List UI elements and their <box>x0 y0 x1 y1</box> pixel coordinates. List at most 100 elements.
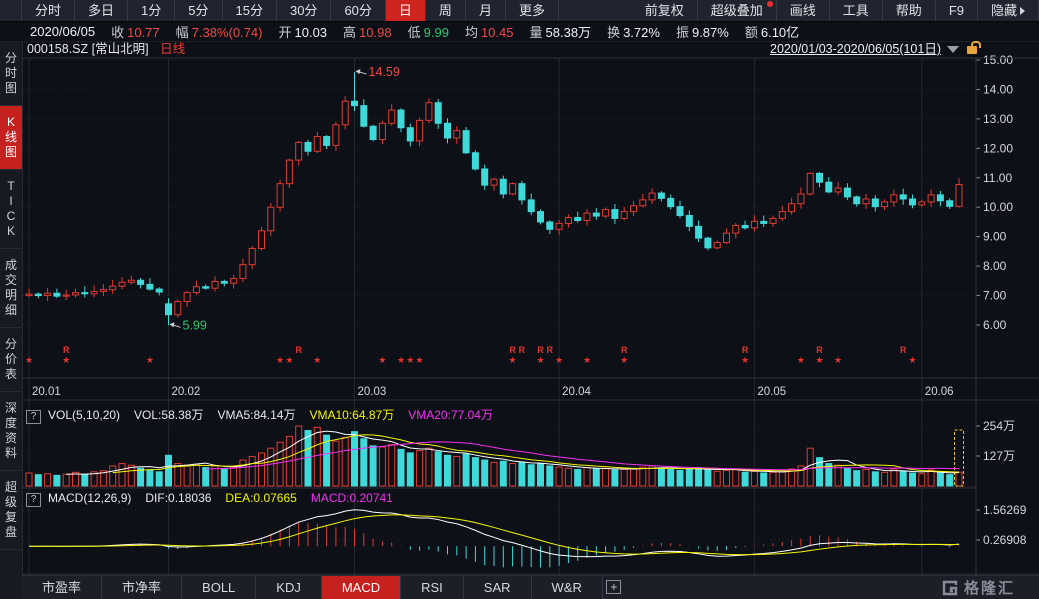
quote-change: 幅7.38%(0.74) <box>176 22 263 41</box>
candlestick-layer <box>26 72 962 325</box>
svg-text:★: ★ <box>285 355 293 365</box>
svg-text:★: ★ <box>406 355 414 365</box>
svg-text:20.03: 20.03 <box>358 386 387 398</box>
svg-text:★: ★ <box>555 355 563 365</box>
quote-open: 开10.03 <box>278 22 327 41</box>
svg-text:★: ★ <box>397 355 405 365</box>
bottombar-spacer <box>625 576 941 599</box>
unlock-icon[interactable] <box>967 46 977 54</box>
tab-pe-ratio[interactable]: 市盈率 <box>22 576 102 599</box>
tab-kdj[interactable]: KDJ <box>256 576 322 599</box>
svg-text:★: ★ <box>62 355 70 365</box>
sidebar-item-kline-selected[interactable]: K线图 <box>0 106 22 170</box>
tab-rsi[interactable]: RSI <box>401 576 464 599</box>
tab-monthly[interactable]: 月 <box>466 0 506 21</box>
toolbar-spacer <box>559 0 632 21</box>
macd-help-icon[interactable]: ? <box>26 493 41 507</box>
button-hide[interactable]: 隐藏 <box>978 0 1039 21</box>
tab-15min[interactable]: 15分 <box>223 0 277 21</box>
tab-1min[interactable]: 1分 <box>128 0 175 21</box>
svg-text:1.56269: 1.56269 <box>983 503 1027 517</box>
quote-high: 高10.98 <box>343 22 392 41</box>
quote-amount: 额6.10亿 <box>745 22 799 41</box>
svg-text:★: ★ <box>536 355 544 365</box>
svg-text:14.00: 14.00 <box>983 82 1013 96</box>
tab-5min[interactable]: 5分 <box>175 0 222 21</box>
svg-text:254万: 254万 <box>983 419 1015 433</box>
quote-amplitude: 振9.87% <box>676 22 729 41</box>
svg-text:5.99: 5.99 <box>183 318 207 332</box>
quote-close: 收10.77 <box>111 22 160 41</box>
button-super-overlay-label: 超级叠加 <box>711 3 763 18</box>
button-f9[interactable]: F9 <box>936 0 978 21</box>
tab-30min[interactable]: 30分 <box>277 0 331 21</box>
svg-text:127万: 127万 <box>983 449 1015 463</box>
svg-text:14.59: 14.59 <box>369 65 400 79</box>
vma20-value: VMA20:77.04万 <box>408 408 493 422</box>
volume-help-icon[interactable]: ? <box>26 410 41 424</box>
svg-text:R: R <box>519 345 526 355</box>
svg-text:★: ★ <box>313 355 321 365</box>
chevron-down-icon[interactable] <box>947 46 959 53</box>
quote-turnover: 换3.72% <box>607 22 660 41</box>
svg-text:13.00: 13.00 <box>983 112 1013 126</box>
chart-header: 000158.SZ [常山北明] 日线 2020/01/03-2020/06/0… <box>23 42 1039 58</box>
button-tools[interactable]: 工具 <box>830 0 883 21</box>
sidebar-item-tick[interactable]: TICK <box>0 170 22 249</box>
button-forward-adjust[interactable]: 前复权 <box>632 0 698 21</box>
sidebar-item-trade-detail[interactable]: 成交明细 <box>0 249 22 328</box>
svg-text:20.02: 20.02 <box>172 386 201 398</box>
svg-text:9.00: 9.00 <box>983 230 1007 244</box>
volume-indicator-label[interactable]: VOL(5,10,20) <box>48 408 120 422</box>
tab-boll[interactable]: BOLL <box>182 576 256 599</box>
tab-weekly[interactable]: 周 <box>426 0 466 21</box>
tab-pb-ratio[interactable]: 市净率 <box>102 576 182 599</box>
dif-value: DIF:0.18036 <box>145 491 211 505</box>
volume-value: VOL:58.38万 <box>134 408 203 422</box>
quote-volume: 量58.38万 <box>530 22 592 41</box>
svg-text:7.00: 7.00 <box>983 289 1007 303</box>
quote-info-bar: 2020/06/05 收10.77 幅7.38%(0.74) 开10.03 高1… <box>0 22 1039 42</box>
tab-duori[interactable]: 多日 <box>75 0 128 21</box>
tab-macd-selected[interactable]: MACD <box>322 576 401 599</box>
tab-daily-selected[interactable]: 日 <box>386 0 426 21</box>
tab-sar[interactable]: SAR <box>464 576 532 599</box>
svg-text:R: R <box>537 345 544 355</box>
sidebar-item-price-table[interactable]: 分价表 <box>0 328 22 392</box>
tab-wr[interactable]: W&R <box>532 576 603 599</box>
svg-text:20.01: 20.01 <box>32 386 61 398</box>
svg-text:★: ★ <box>146 355 154 365</box>
sidebar-item-super-replay[interactable]: 超级复盘 <box>0 471 22 550</box>
svg-text:★: ★ <box>509 355 517 365</box>
tab-60min[interactable]: 60分 <box>331 0 385 21</box>
left-sidebar: 分时图 K线图 TICK 成交明细 分价表 深度资料 超级复盘 <box>0 42 22 599</box>
chart-title: 000158.SZ [常山北明] 日线 <box>27 42 185 57</box>
svg-text:R: R <box>900 345 907 355</box>
sidebar-item-depth-info[interactable]: 深度资料 <box>0 392 22 471</box>
svg-text:★: ★ <box>908 355 916 365</box>
quote-low: 低9.99 <box>408 22 449 41</box>
date-range-selector[interactable]: 2020/01/03-2020/06/05(101日) <box>770 42 941 57</box>
svg-text:★: ★ <box>25 355 33 365</box>
svg-text:12.00: 12.00 <box>983 141 1013 155</box>
button-draw-line[interactable]: 画线 <box>777 0 830 21</box>
svg-text:★: ★ <box>815 355 823 365</box>
svg-text:10.00: 10.00 <box>983 200 1013 214</box>
chart-region: 15.0014.0013.0012.0011.0010.009.008.007.… <box>22 42 1039 575</box>
svg-text:20.04: 20.04 <box>562 386 591 398</box>
add-indicator-button[interactable]: + <box>603 576 625 599</box>
svg-text:20.06: 20.06 <box>925 386 954 398</box>
svg-text:6.00: 6.00 <box>983 318 1007 332</box>
button-super-overlay[interactable]: 超级叠加 <box>698 0 777 21</box>
tab-fenshi[interactable]: 分时 <box>22 0 75 21</box>
svg-text:20.05: 20.05 <box>757 386 786 398</box>
sidebar-item-fenshitu[interactable]: 分时图 <box>0 42 22 106</box>
gelonghui-logo: 格隆汇 <box>941 576 1039 599</box>
svg-text:★: ★ <box>583 355 591 365</box>
svg-text:★: ★ <box>834 355 842 365</box>
tab-more[interactable]: 更多 <box>506 0 559 21</box>
macd-indicator-label[interactable]: MACD(12,26,9) <box>48 491 131 505</box>
button-help[interactable]: 帮助 <box>883 0 936 21</box>
toolbar-corner <box>0 0 22 21</box>
bottom-tab-bar: 市盈率 市净率 BOLL KDJ MACD RSI SAR W&R + 格隆汇 <box>22 575 1039 599</box>
